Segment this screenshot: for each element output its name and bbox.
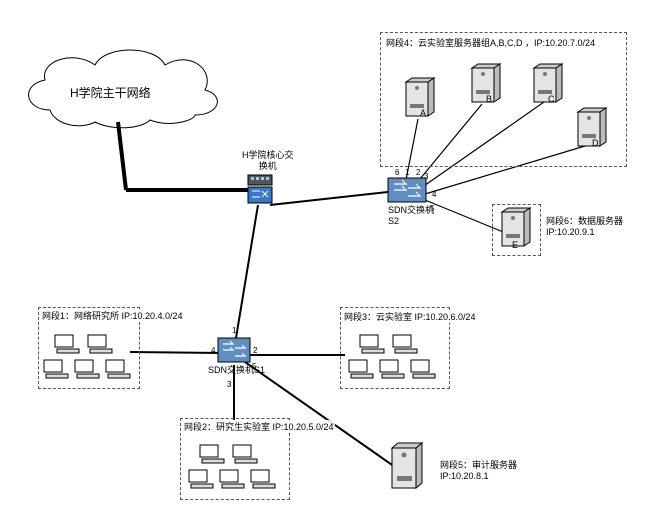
link-s1-seg1 xyxy=(130,352,222,353)
s2-port-2: 2 xyxy=(416,168,420,177)
link-core-s2 xyxy=(270,192,388,205)
server-c-label: C xyxy=(548,94,555,105)
server-a-label: A xyxy=(420,108,426,119)
s1-port-4: 4 xyxy=(211,346,215,355)
cloud-label: H学院主干网络 xyxy=(70,86,151,100)
core-switch-icon xyxy=(248,175,272,203)
link-core-s1 xyxy=(236,205,258,338)
s2-port-1: 1 xyxy=(405,168,409,177)
s2-switch-icon xyxy=(388,178,426,202)
s1-port-5: 5 xyxy=(252,362,256,371)
s2-port-5: 5 xyxy=(430,204,434,213)
server-d-label: D xyxy=(592,138,599,149)
seg3-title: 网段3：云实验室 IP:10.20.6.0/24 xyxy=(343,310,477,323)
server-e-label: E xyxy=(512,240,518,251)
seg4-title: 网段4：云实验室服务器组A,B,C,D ，IP:10.20.7.0/24 xyxy=(385,36,596,49)
s2-port-3: 3 xyxy=(424,172,428,181)
link-cloud-core xyxy=(118,122,126,190)
seg4-group xyxy=(380,32,627,167)
s2-switch-label: SDN交换机 S2 xyxy=(388,205,434,227)
s2-port-4: 4 xyxy=(432,190,436,199)
s1-switch-label: SDN交换机S1 xyxy=(208,365,265,376)
seg2-title: 网段2：研究生实验室 IP:10.20.5.0/24 xyxy=(183,420,335,433)
s1-port-2: 2 xyxy=(253,346,257,355)
server-b-label: B xyxy=(486,94,492,105)
seg6-title: 网段6：数据服务器 IP:10.20.9.1 xyxy=(546,216,623,238)
network-diagram: H学院主干网络 H学院核心交 换机 SDN交换机 S2 SDN交换机S1 网段4… xyxy=(0,0,651,525)
s2-port-6: 6 xyxy=(395,168,399,177)
s1-port-3: 3 xyxy=(227,380,231,389)
s1-port-1: 1 xyxy=(232,326,236,335)
seg1-title: 网段1：网络研究所 IP:10.20.4.0/24 xyxy=(41,309,184,322)
core-switch-label: H学院核心交 换机 xyxy=(242,150,294,172)
s1-switch-icon xyxy=(218,338,250,362)
server-audit-icon xyxy=(392,443,422,488)
seg5-title: 网段5：审计服务器 IP:10.20.8.1 xyxy=(440,460,517,482)
